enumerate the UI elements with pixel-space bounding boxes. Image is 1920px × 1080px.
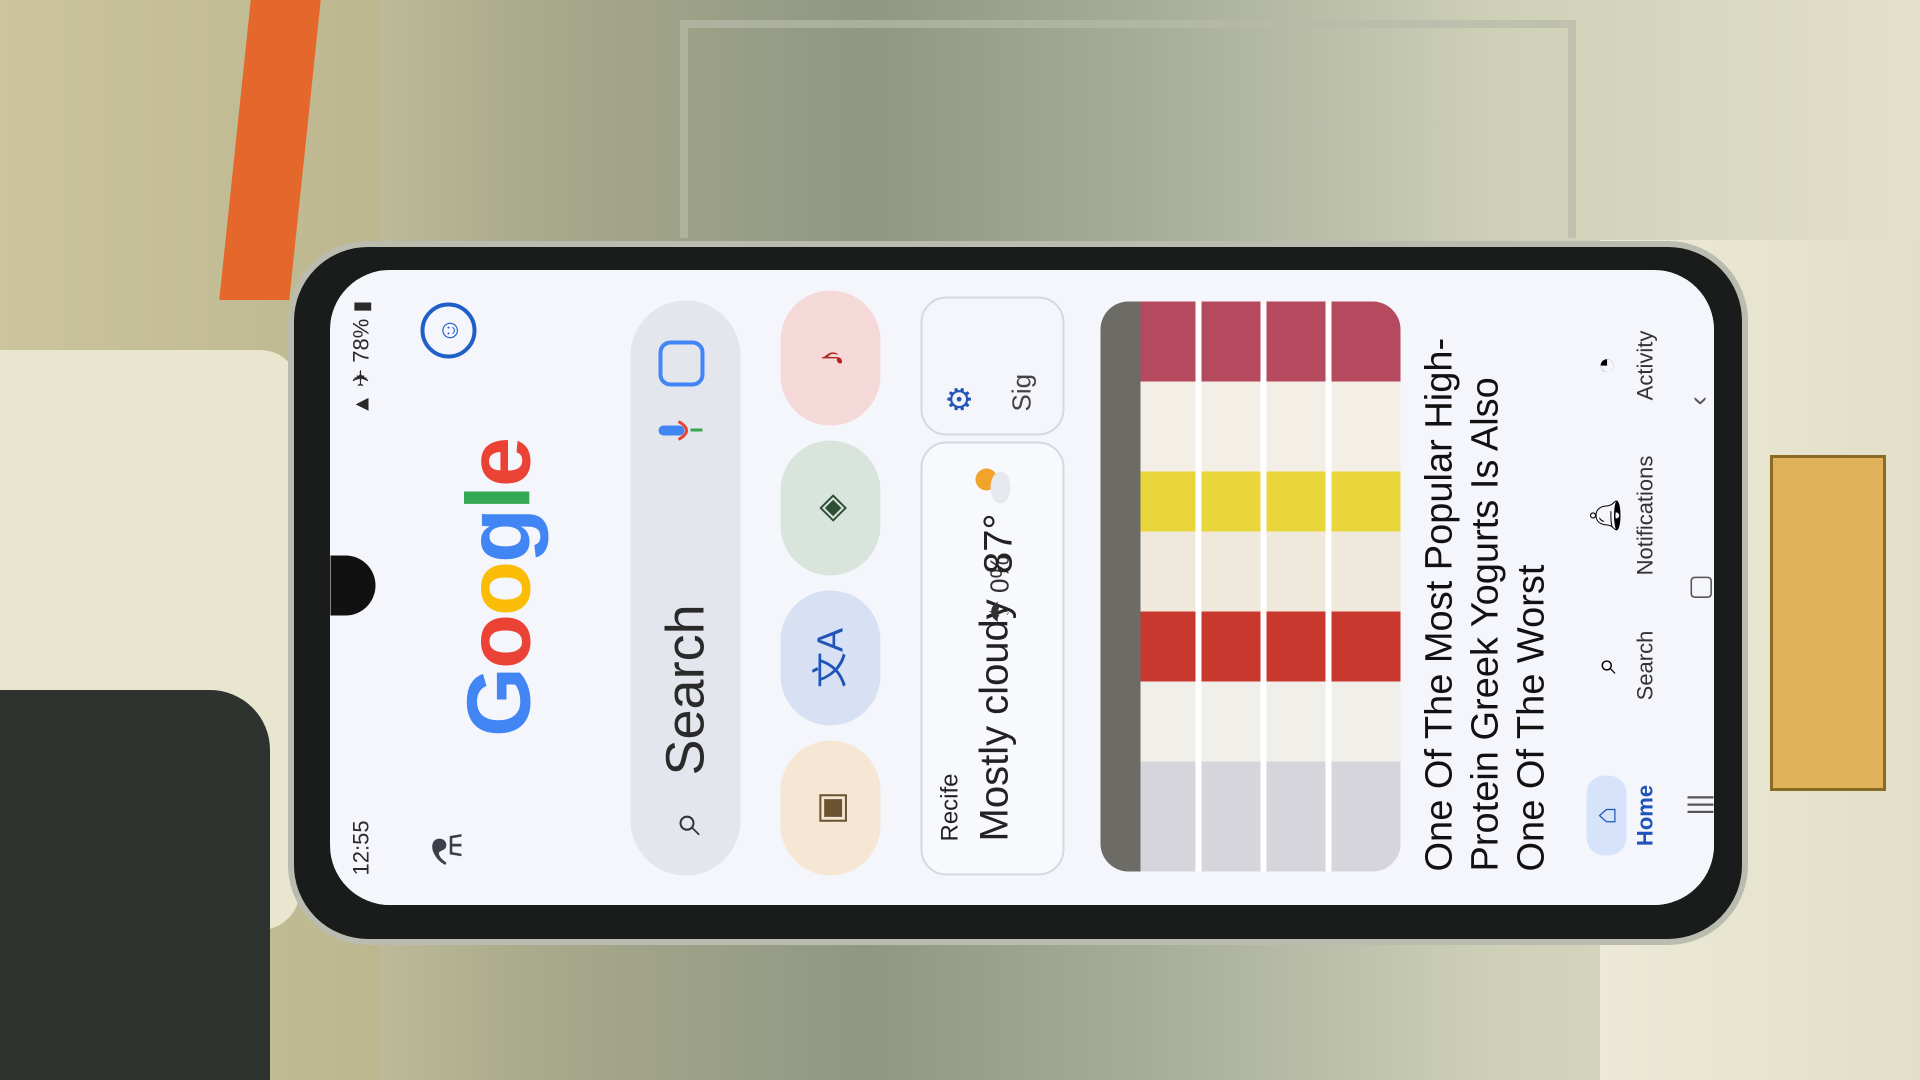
bell-icon: 🔔︎	[1589, 495, 1622, 535]
search-icon: ⌕	[660, 810, 709, 835]
partly-cloudy-icon	[975, 468, 1010, 503]
news-headline[interactable]: One Of The Most Popular High-Protein Gre…	[1416, 301, 1554, 871]
background-cable	[0, 690, 270, 1080]
nav-search-label: Search	[1632, 630, 1657, 700]
nav-notifications[interactable]: 🔔︎ Notifications	[1586, 455, 1658, 575]
home-button-icon[interactable]: ▢	[1682, 574, 1714, 600]
image-search-icon[interactable]: ▣	[780, 740, 880, 875]
google-lens-icon[interactable]	[658, 340, 704, 386]
system-navigation: ||| ▢ ‹	[1682, 270, 1714, 905]
news-image[interactable]	[1100, 301, 1400, 871]
translate-icon[interactable]: 文A	[780, 590, 880, 725]
background-shelf	[680, 20, 1576, 238]
gear-icon[interactable]: ⚙	[940, 384, 978, 413]
homework-icon[interactable]: ◈	[780, 440, 880, 575]
status-time: 12:55	[348, 819, 373, 875]
recents-icon[interactable]: |||	[1682, 793, 1714, 815]
weather-temperature: 87°	[976, 513, 1020, 574]
nav-home[interactable]: ⌂ Home	[1586, 755, 1658, 875]
status-right: ▲ ✈ 78% ▮	[348, 300, 373, 415]
weather-location: Recife	[936, 772, 963, 841]
weather-condition: Mostly cloudy	[972, 598, 1016, 841]
quick-actions: ▣ 文A ◈ ♪	[780, 290, 880, 875]
nav-activity-label: Activity	[1632, 330, 1657, 400]
microphone-icon[interactable]	[658, 420, 704, 440]
search-icon: ⌕	[1589, 656, 1622, 674]
logo-letter: G	[449, 668, 549, 737]
google-logo: Google	[448, 270, 551, 905]
logo-letter: l	[449, 486, 549, 510]
battery-level: 78%	[348, 318, 373, 363]
logo-letter: e	[449, 438, 549, 487]
bottom-navigation: ⌂ Home ⌕ Search 🔔︎ Notifications ◔ Activ…	[1586, 270, 1674, 905]
sign-in-label: Sig	[1006, 373, 1036, 411]
nav-search[interactable]: ⌕ Search	[1586, 605, 1658, 725]
logo-letter: g	[449, 509, 549, 563]
home-icon: ⌂	[1586, 775, 1626, 855]
logo-letter: o	[449, 562, 549, 616]
search-bar[interactable]: ⌕ Search	[630, 300, 740, 875]
search-placeholder: Search	[655, 603, 715, 775]
song-search-icon[interactable]: ♪	[780, 290, 880, 425]
back-icon[interactable]: ‹	[1682, 396, 1714, 405]
yogurt-aisle-image	[1100, 301, 1400, 871]
google-app: 12:55 ▲ ✈ 78% ▮ ⚗ ☺ Google ⌕ Search ▣ 文A…	[330, 270, 1714, 905]
nav-activity[interactable]: ◔ Activity	[1586, 305, 1658, 425]
status-bar: 12:55 ▲ ✈ 78% ▮	[348, 300, 378, 875]
weather-card[interactable]: Recife Mostly cloudy ☂ 0% 87°	[920, 441, 1064, 875]
nav-notifications-label: Notifications	[1632, 455, 1657, 575]
sign-in-card[interactable]: ⚙ Sig	[920, 296, 1064, 435]
activity-icon: ◔	[1589, 355, 1622, 375]
background-label	[1770, 455, 1886, 791]
nav-home-label: Home	[1632, 784, 1657, 846]
phone-screen: 12:55 ▲ ✈ 78% ▮ ⚗ ☺ Google ⌕ Search ▣ 文A…	[330, 270, 1714, 905]
logo-letter: o	[449, 615, 549, 669]
